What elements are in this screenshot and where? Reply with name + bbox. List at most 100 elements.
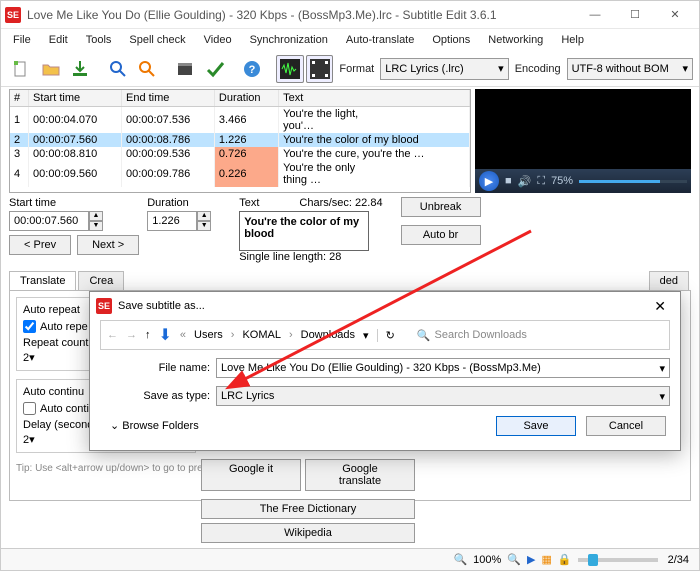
stop-icon[interactable]: ■ <box>505 175 512 187</box>
table-row[interactable]: 100:00:04.07000:00:07.5363.466You're the… <box>10 107 470 134</box>
waveform-button[interactable] <box>276 55 304 83</box>
start-up[interactable]: ▲ <box>89 211 103 221</box>
menu-file[interactable]: File <box>5 32 39 48</box>
unbreak-button[interactable]: Unbreak <box>401 197 481 217</box>
auto-repeat-check-label: Auto repe <box>40 321 88 333</box>
forward-icon[interactable]: → <box>126 329 137 341</box>
dialog-save-button[interactable]: Save <box>496 416 576 436</box>
visual-sync-button[interactable] <box>171 55 199 83</box>
browse-folders[interactable]: ⌄ Browse Folders <box>110 419 199 432</box>
tab-adjust[interactable]: ded <box>649 271 689 290</box>
start-down[interactable]: ▼ <box>89 221 103 231</box>
menu-edit[interactable]: Edit <box>41 32 76 48</box>
auto-repeat-check[interactable] <box>23 320 36 333</box>
menu-sync[interactable]: Synchronization <box>242 32 336 48</box>
dur-down[interactable]: ▼ <box>197 221 211 231</box>
dialog-app-icon: SE <box>96 298 112 314</box>
app-icon: SE <box>5 7 21 23</box>
zoom-play-icon[interactable]: ▶ <box>527 553 535 566</box>
video-progress: 75% <box>551 175 573 187</box>
text-label: Text <box>239 197 259 209</box>
col-text[interactable]: Text <box>279 90 470 107</box>
dialog-title: Save subtitle as... <box>118 300 205 312</box>
col-end[interactable]: End time <box>121 90 214 107</box>
autobr-button[interactable]: Auto br <box>401 225 481 245</box>
crumb-komal[interactable]: KOMAL <box>242 329 281 341</box>
video-panel: ▶ ■ 🔊 ⛶ 75% <box>475 89 691 193</box>
window-title: Love Me Like You Do (Ellie Goulding) - 3… <box>27 8 575 22</box>
close-button[interactable]: ✕ <box>655 2 695 28</box>
menu-spellcheck[interactable]: Spell check <box>121 32 193 48</box>
status-bar: 🔍 100% 🔍 ▶ ▦ 🔒 2/34 <box>1 548 699 570</box>
tab-translate[interactable]: Translate <box>9 271 76 290</box>
menu-help[interactable]: Help <box>553 32 592 48</box>
format-select[interactable]: LRC Lyrics (.lrc)▾ <box>380 58 508 80</box>
down-arrow-icon: ⬇ <box>159 325 172 345</box>
table-row[interactable]: 200:00:07.56000:00:08.7861.226You're the… <box>10 133 470 147</box>
replace-button[interactable] <box>134 55 162 83</box>
toolbar: ? Format LRC Lyrics (.lrc)▾ Encoding UTF… <box>1 51 699 87</box>
subtitle-grid[interactable]: # Start time End time Duration Text 100:… <box>9 89 471 193</box>
video-button[interactable] <box>306 55 334 83</box>
play-icon[interactable]: ▶ <box>479 171 499 191</box>
wikipedia-button[interactable]: Wikipedia <box>201 523 415 543</box>
prev-button[interactable]: < Prev <box>9 235 71 255</box>
filename-input[interactable]: Love Me Like You Do (Ellie Goulding) - 3… <box>216 358 670 378</box>
zoom-in-icon[interactable]: 🔍 <box>507 553 521 566</box>
free-dictionary-button[interactable]: The Free Dictionary <box>201 499 415 519</box>
menu-networking[interactable]: Networking <box>480 32 551 48</box>
spellcheck-button[interactable] <box>201 55 229 83</box>
table-row[interactable]: 400:00:09.56000:00:09.7860.226You're the… <box>10 161 470 187</box>
minimize-button[interactable]: — <box>575 2 615 28</box>
tab-create[interactable]: Crea <box>78 271 124 290</box>
fullscreen-icon[interactable]: ⛶ <box>537 175 545 188</box>
back-icon[interactable]: ← <box>107 329 118 341</box>
save-button[interactable] <box>66 55 94 83</box>
text-input[interactable]: You're the color of my blood <box>239 211 369 251</box>
menu-autotranslate[interactable]: Auto-translate <box>338 32 422 48</box>
position-counter: 2/34 <box>668 554 689 566</box>
google-it-button[interactable]: Google it <box>201 459 301 491</box>
find-button[interactable] <box>104 55 132 83</box>
start-time-input[interactable] <box>9 211 89 231</box>
crumb-downloads[interactable]: Downloads <box>301 329 355 341</box>
up-icon[interactable]: ↑ <box>145 329 151 341</box>
zoom-out-icon[interactable]: 🔍 <box>453 553 467 566</box>
duration-input[interactable] <box>147 211 197 231</box>
savetype-select[interactable]: LRC Lyrics▾ <box>216 386 670 406</box>
start-time-label: Start time <box>9 197 139 209</box>
dialog-cancel-button[interactable]: Cancel <box>586 416 666 436</box>
chars-per-sec: Chars/sec: 22.84 <box>299 197 382 211</box>
refresh-icon[interactable]: ↻ <box>377 329 403 342</box>
col-start[interactable]: Start time <box>29 90 122 107</box>
new-button[interactable] <box>7 55 35 83</box>
dialog-close-button[interactable]: ✕ <box>646 298 674 315</box>
encoding-label: Encoding <box>515 63 561 75</box>
col-duration[interactable]: Duration <box>214 90 278 107</box>
grid-icon[interactable]: ▦ <box>541 553 551 566</box>
dur-up[interactable]: ▲ <box>197 211 211 221</box>
menu-options[interactable]: Options <box>424 32 478 48</box>
filename-label: File name: <box>130 362 210 374</box>
title-bar: SE Love Me Like You Do (Ellie Goulding) … <box>1 1 699 29</box>
mode-tabs: Translate Crea ded <box>9 271 691 291</box>
col-num[interactable]: # <box>10 90 29 107</box>
next-button[interactable]: Next > <box>77 235 139 255</box>
dialog-search[interactable]: 🔍 Search Downloads <box>411 329 663 342</box>
menu-tools[interactable]: Tools <box>78 32 120 48</box>
savetype-label: Save as type: <box>130 390 210 402</box>
single-line-length: Single line length: 28 <box>239 251 382 263</box>
encoding-select[interactable]: UTF-8 without BOM▾ <box>567 58 693 80</box>
help-button[interactable]: ? <box>238 55 266 83</box>
volume-icon[interactable]: 🔊 <box>518 175 532 188</box>
zoom-slider[interactable] <box>588 554 598 566</box>
auto-continue-check[interactable] <box>23 402 36 415</box>
menu-video[interactable]: Video <box>196 32 240 48</box>
lock-icon[interactable]: 🔒 <box>558 553 572 566</box>
google-translate-button[interactable]: Google translate <box>305 459 415 491</box>
dictionary-buttons: Google it Google translate The Free Dict… <box>201 459 421 547</box>
maximize-button[interactable]: ☐ <box>615 2 655 28</box>
open-button[interactable] <box>37 55 65 83</box>
table-row[interactable]: 300:00:08.81000:00:09.5360.726You're the… <box>10 147 470 161</box>
crumb-users[interactable]: Users <box>194 329 223 341</box>
